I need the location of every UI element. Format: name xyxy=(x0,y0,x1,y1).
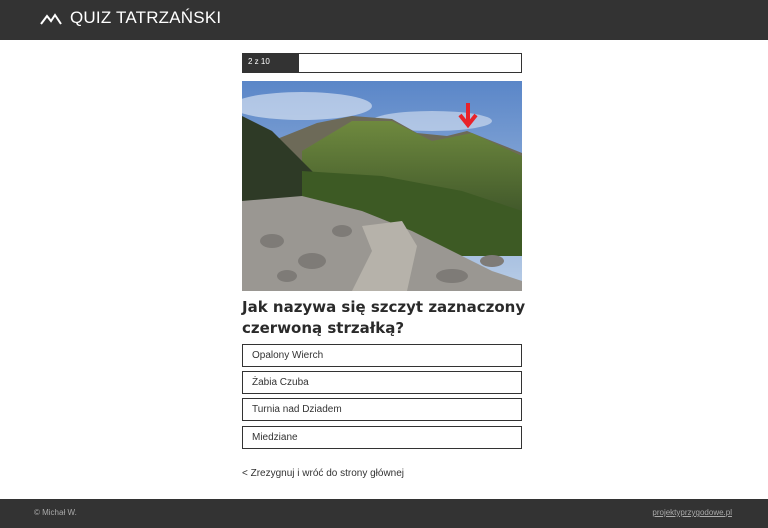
top-bar: QUIZ TATRZAŃSKI xyxy=(0,0,768,40)
answer-option-3[interactable]: Turnia nad Dziadem xyxy=(242,398,522,421)
mountain-icon[interactable] xyxy=(40,12,62,26)
footer-site-link[interactable]: projektyprzygodowe.pl xyxy=(652,508,732,517)
quit-link[interactable]: < Zrezygnuj i wróć do strony głównej xyxy=(242,468,404,479)
progress-bar: 2 z 10 xyxy=(242,53,522,73)
footer-author: © Michał W. xyxy=(34,508,77,517)
question-text: Jak nazywa się szczyt zaznaczony czerwon… xyxy=(242,298,526,337)
progress-label: 2 z 10 xyxy=(248,57,270,66)
mountain-photo xyxy=(242,81,522,291)
app-title[interactable]: QUIZ TATRZAŃSKI xyxy=(70,8,221,28)
answer-option-1[interactable]: Opalony Wierch xyxy=(242,344,522,367)
footer: © Michał W. projektyprzygodowe.pl xyxy=(0,499,768,528)
answer-option-2[interactable]: Żabia Czuba xyxy=(242,371,522,394)
answer-option-4[interactable]: Miedziane xyxy=(242,426,522,449)
